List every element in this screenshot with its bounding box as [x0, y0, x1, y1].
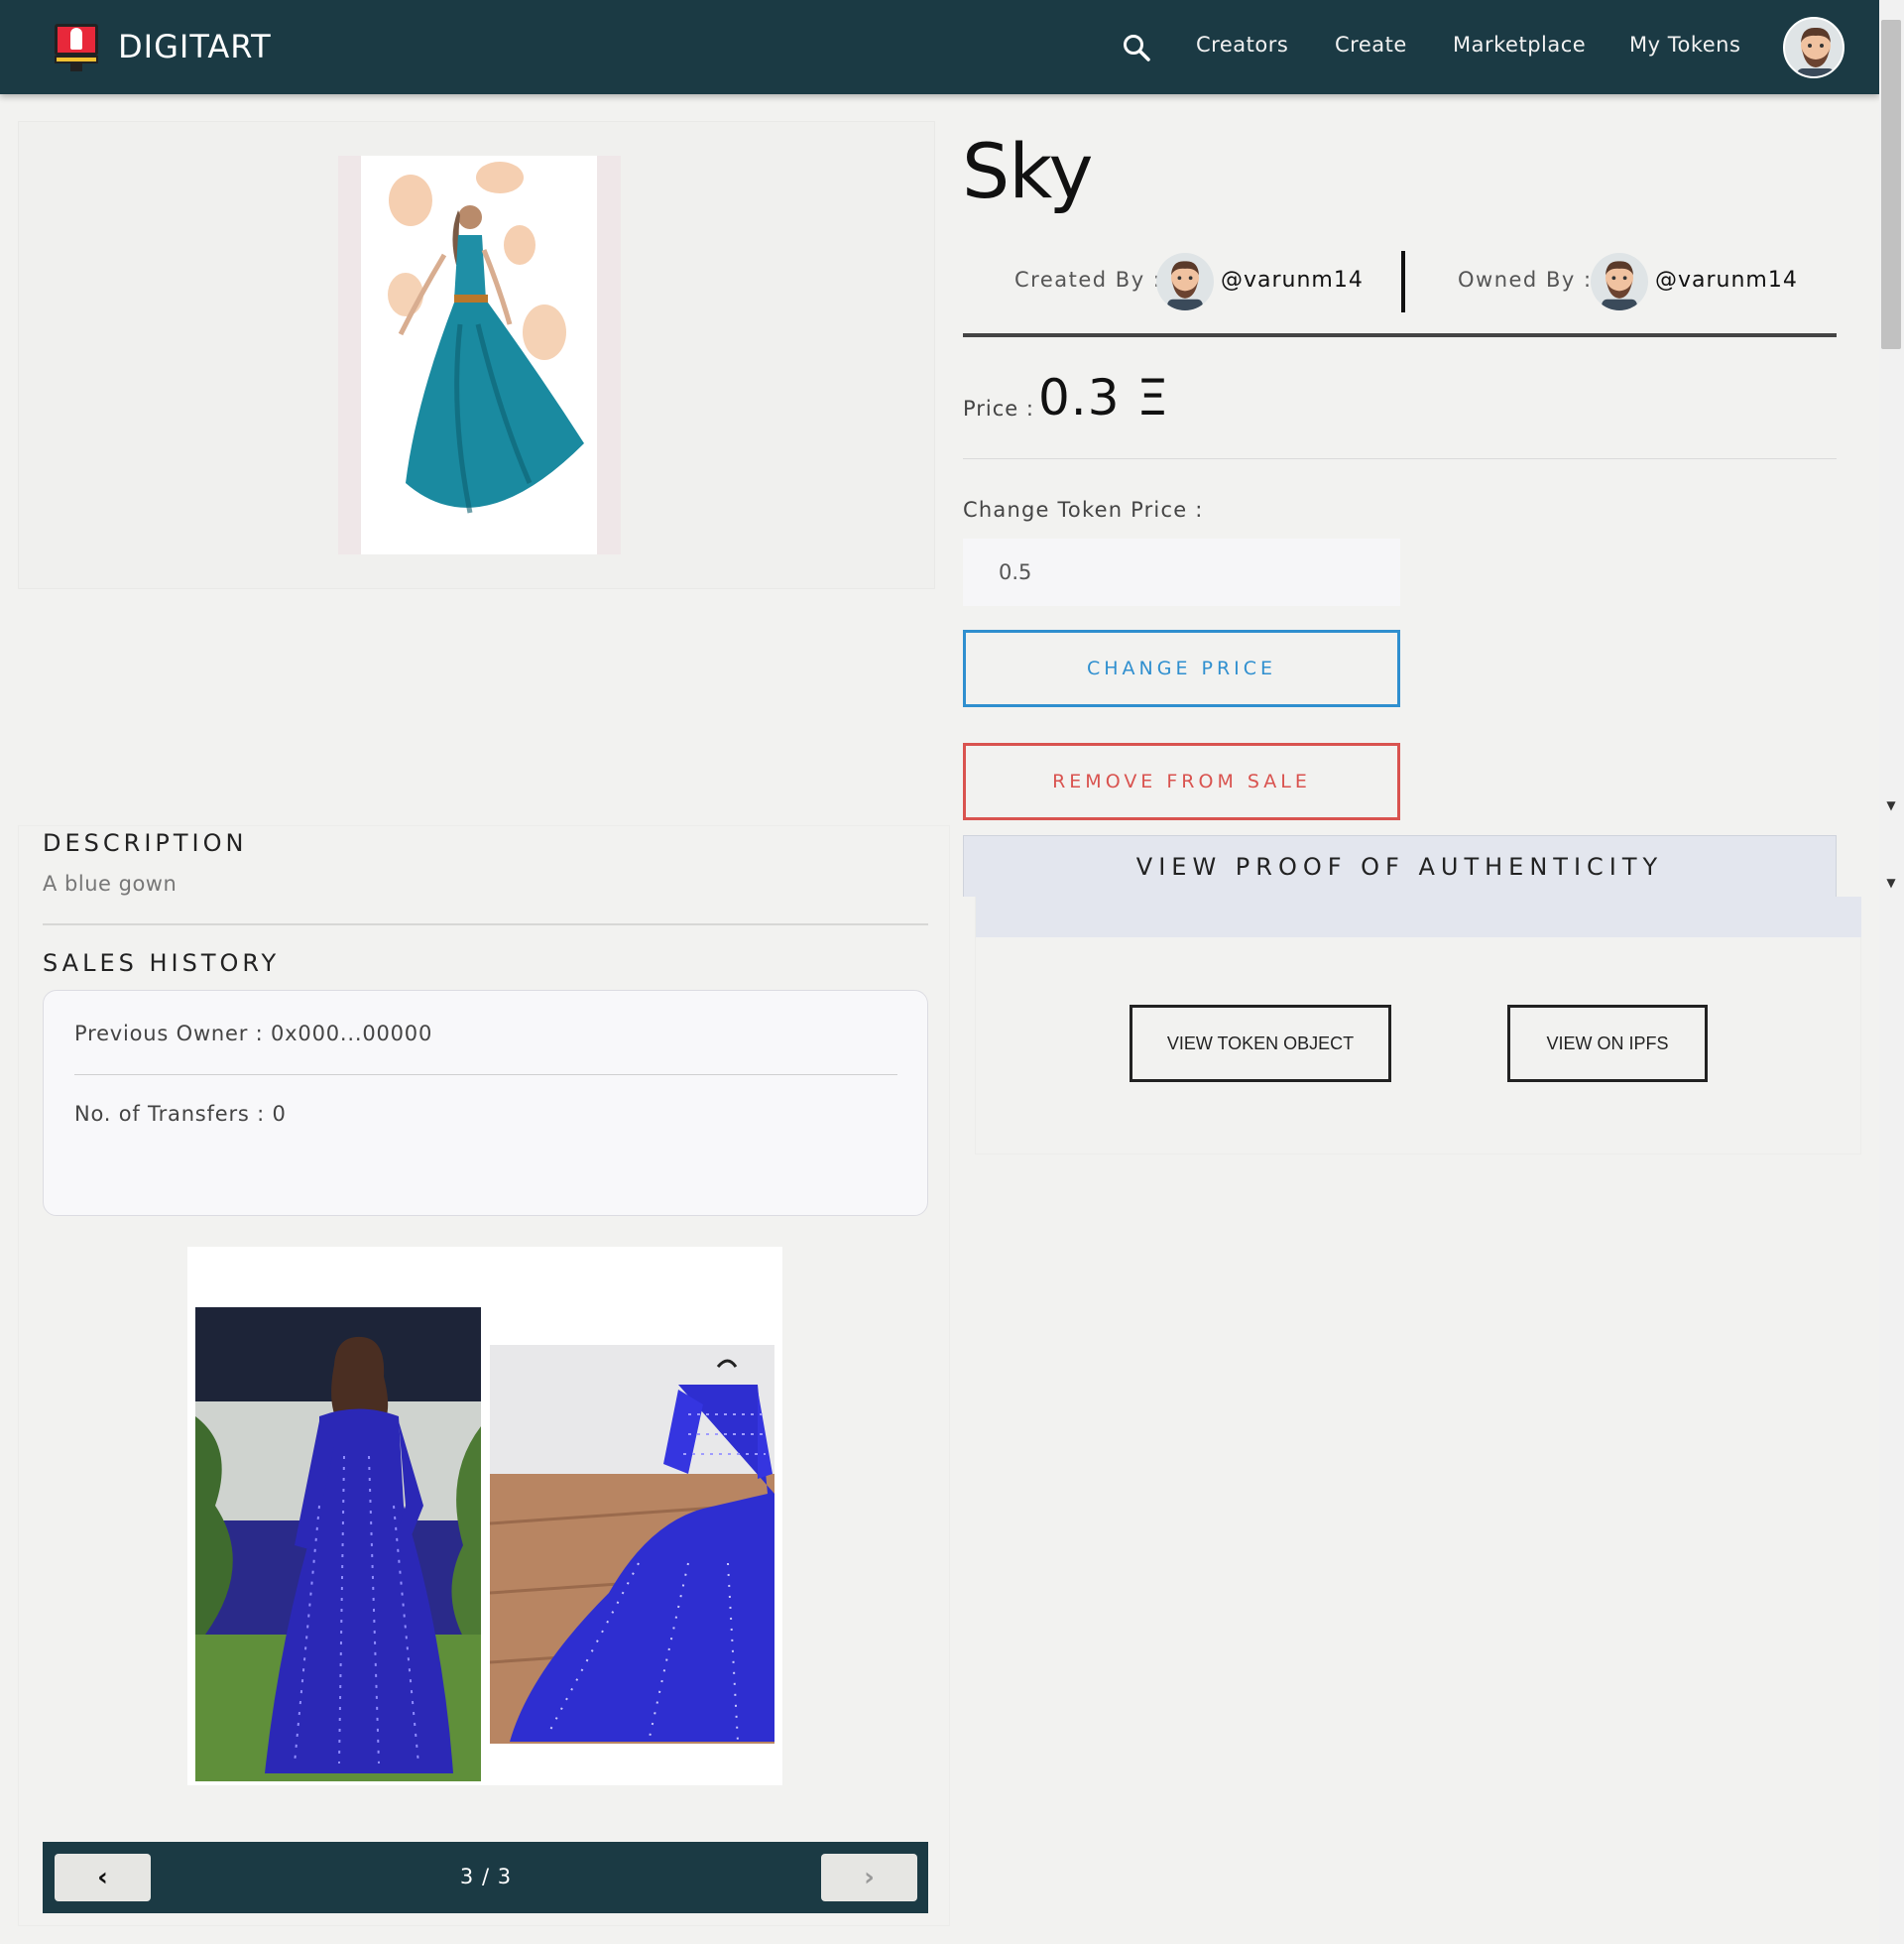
creator-avatar[interactable] — [1156, 253, 1214, 310]
scroll-down-arrow-icon[interactable]: ▼ — [1883, 797, 1899, 813]
prev-image-button[interactable]: ‹ — [55, 1854, 151, 1901]
view-on-ipfs-button[interactable]: VIEW ON IPFS — [1507, 1005, 1708, 1082]
chevron-left-icon: ‹ — [97, 1863, 108, 1892]
nav-link-marketplace[interactable]: Marketplace — [1453, 33, 1586, 57]
price-label: Price : — [963, 397, 1034, 421]
next-image-button[interactable]: › — [821, 1854, 917, 1901]
description-title: DESCRIPTION — [43, 829, 248, 857]
product-photo-flatlay — [490, 1345, 774, 1744]
brand-name: DIGITART — [118, 28, 272, 65]
proof-panel-strip — [976, 897, 1861, 937]
creator-username[interactable]: @varunm14 — [1221, 268, 1364, 293]
artwork-image — [361, 156, 597, 554]
proof-of-authenticity-toggle[interactable]: VIEW PROOF OF AUTHENTICITY — [963, 835, 1837, 897]
change-price-button[interactable]: CHANGE PRICE — [963, 630, 1400, 707]
view-token-object-button[interactable]: VIEW TOKEN OBJECT — [1130, 1005, 1391, 1082]
nav-link-creators[interactable]: Creators — [1196, 33, 1288, 57]
remove-from-sale-button[interactable]: REMOVE FROM SALE — [963, 743, 1400, 820]
user-avatar[interactable] — [1783, 17, 1844, 78]
navbar: DIGITART Creators Create Marketplace My … — [0, 0, 1879, 94]
previous-owner: Previous Owner : 0x000...00000 — [74, 1022, 433, 1045]
brand[interactable]: DIGITART — [53, 22, 272, 71]
pager-count: 3 / 3 — [459, 1865, 513, 1888]
chevron-right-icon: › — [864, 1863, 875, 1892]
owner-username[interactable]: @varunm14 — [1655, 268, 1798, 293]
change-price-input[interactable] — [963, 539, 1400, 606]
divider — [43, 923, 928, 925]
token-title: Sky — [962, 127, 1094, 215]
owner-avatar[interactable] — [1591, 253, 1648, 310]
price-value: 0.3 Ξ — [1038, 369, 1170, 426]
product-photo-model — [195, 1307, 481, 1781]
scroll-down-arrow-icon[interactable]: ▼ — [1883, 875, 1899, 891]
nav-link-create[interactable]: Create — [1335, 33, 1407, 57]
sales-history-title: SALES HISTORY — [43, 949, 281, 977]
owned-by-label: Owned By : — [1458, 268, 1593, 292]
brand-logo-icon — [53, 22, 100, 71]
transfer-count: No. of Transfers : 0 — [74, 1102, 287, 1126]
search-icon[interactable] — [1122, 33, 1151, 62]
created-by-label: Created By : — [1014, 268, 1162, 292]
divider — [963, 333, 1837, 337]
divider — [74, 1074, 897, 1075]
scrollbar-thumb[interactable] — [1881, 20, 1901, 349]
nav-link-my-tokens[interactable]: My Tokens — [1629, 33, 1740, 57]
change-price-label: Change Token Price : — [963, 498, 1204, 522]
description-text: A blue gown — [43, 872, 178, 896]
separator — [1401, 251, 1405, 312]
divider — [963, 458, 1837, 459]
